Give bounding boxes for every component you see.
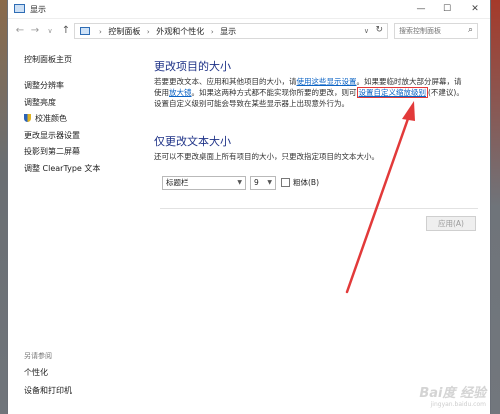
sidebar: 控制面板主页 调整分辨率 调整亮度 校准颜色 更改显示器设置 投影到第二屏幕 调… [8,46,138,414]
see-also-personalization[interactable]: 个性化 [24,367,48,378]
watermark: Bai度 经验 jingyan.baidu.com [419,382,486,408]
address-bar[interactable]: › 控制面板 › 外观和个性化 › 显示 ∨ ↻ [74,23,388,39]
font-size-value: 9 [254,178,259,187]
forward-arrow-icon[interactable]: → [29,25,41,36]
sidebar-item-cleartype[interactable]: 调整 ClearType 文本 [24,163,100,174]
description-text: 若要更改文本、应用和其他项目的大小，请 [154,77,297,86]
back-arrow-icon[interactable]: ← [14,25,26,36]
watermark-text: Bai度 经验 [419,386,486,401]
breadcrumb-chevron-icon: › [146,28,150,36]
bold-label[interactable]: 粗体(B) [293,177,319,188]
item-select-value: 标题栏 [166,178,189,187]
chevron-down-icon: ▼ [237,179,242,186]
description-text: 使用 [154,88,169,97]
minimize-button[interactable]: — [408,1,434,17]
sidebar-home-link[interactable]: 控制面板主页 [24,54,72,65]
description-line-2: 使用放大镜。如果这两种方式都不能实现你所要的更改，则可 设置自定义缩放级别 (不建议… [154,87,464,98]
breadcrumb: › 控制面板 › 外观和个性化 › 显示 [95,26,236,37]
display-icon [14,4,25,13]
custom-scaling-link[interactable]: 设置自定义缩放级别 [356,87,428,98]
apply-button[interactable]: 应用(A) [426,216,476,231]
sidebar-item-calibrate[interactable]: 校准颜色 [24,113,67,124]
search-input[interactable] [395,24,467,38]
sidebar-item-label: 校准颜色 [35,114,67,123]
breadcrumb-display[interactable]: 显示 [220,27,236,36]
refresh-icon[interactable]: ↻ [375,25,383,35]
text-size-heading: 仅更改文本大小 [154,135,231,148]
text-size-description: 还可以不更改桌面上所有项目的大小，只更改指定项目的文本大小。 [154,152,379,161]
sidebar-item-resolution[interactable]: 调整分辨率 [24,80,64,91]
breadcrumb-chevron-icon: › [210,28,214,36]
see-also-devices-printers[interactable]: 设备和打印机 [24,385,72,396]
magnifier-link[interactable]: 放大镜 [169,88,192,97]
breadcrumb-appearance[interactable]: 外观和个性化 [156,27,204,36]
up-arrow-icon[interactable]: ↑ [60,25,72,36]
window-title: 显示 [30,5,46,14]
see-also-heading: 另请参阅 [24,352,52,360]
main-content: 更改项目的大小 若要更改文本、应用和其他项目的大小，请使用这些显示设置。如果要临… [138,46,490,414]
page-title: 更改项目的大小 [154,60,231,73]
address-row: ← → ∨ ↑ › 控制面板 › 外观和个性化 › 显示 ∨ ↻ ⌕ [8,19,490,45]
display-settings-link[interactable]: 使用这些显示设置 [297,77,357,86]
breadcrumb-chevron-icon: › [99,28,102,36]
background-left [0,0,8,414]
sidebar-item-display-settings[interactable]: 更改显示器设置 [24,130,80,141]
search-icon[interactable]: ⌕ [468,25,473,35]
control-panel-icon [80,27,90,35]
recent-locations-chevron-icon[interactable]: ∨ [44,27,56,35]
breadcrumb-control-panel[interactable]: 控制面板 [108,27,140,36]
description-text: 。如果这两种方式都不能实现你所要的更改，则可 [191,88,357,97]
display-window: 显示 — ☐ ✕ ← → ∨ ↑ › 控制面板 › 外观和个性化 › 显示 ∨ … [8,0,490,414]
item-select[interactable]: 标题栏 ▼ [162,176,246,190]
sidebar-item-project[interactable]: 投影到第二屏幕 [24,146,80,157]
font-size-select[interactable]: 9 ▼ [250,176,276,190]
description-line-3: 设置自定义级别可能会导致在某些显示器上出现意外行为。 [154,99,349,108]
watermark-url: jingyan.baidu.com [430,401,486,408]
sidebar-item-brightness[interactable]: 调整亮度 [24,97,56,108]
chevron-down-icon: ▼ [267,179,272,186]
shield-icon [24,114,31,122]
search-box: ⌕ [394,23,478,39]
title-bar: 显示 — ☐ ✕ [8,0,490,19]
divider [160,208,478,209]
close-button[interactable]: ✕ [462,1,488,17]
address-dropdown-icon[interactable]: ∨ [364,27,369,35]
description-text: 。如果要临时放大部分屏幕，请 [356,77,462,86]
background-right [490,0,500,414]
bold-checkbox[interactable] [281,178,290,187]
maximize-button[interactable]: ☐ [434,1,460,17]
description-line-1: 若要更改文本、应用和其他项目的大小，请使用这些显示设置。如果要临时放大部分屏幕，… [154,76,462,87]
description-text: (不建议)。 [428,88,464,97]
